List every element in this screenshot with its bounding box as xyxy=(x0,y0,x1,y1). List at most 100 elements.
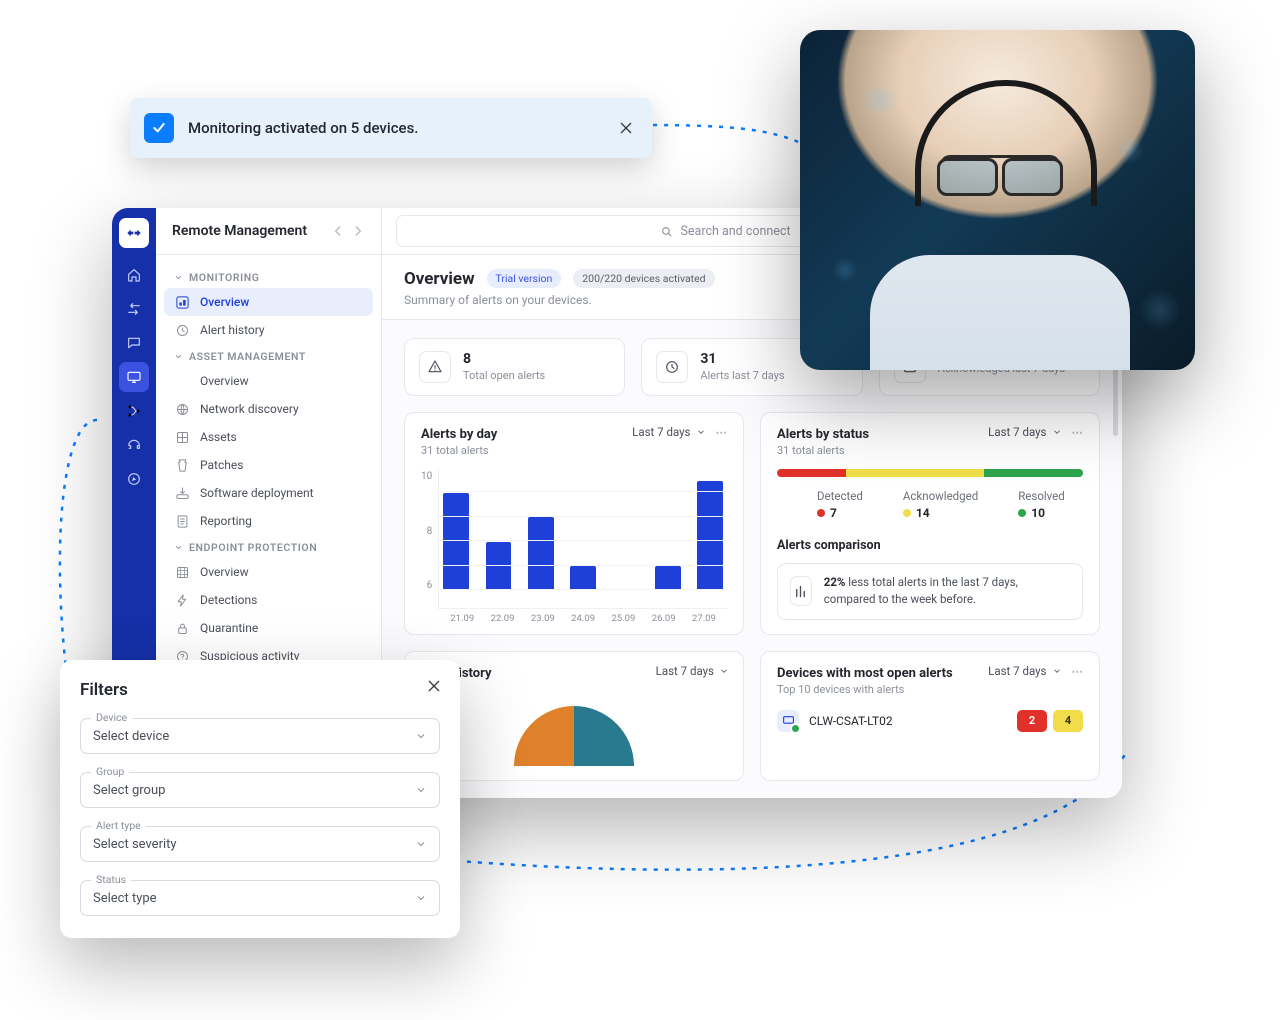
legend-item: Resolved 10 xyxy=(1018,489,1065,520)
sidebar-item[interactable]: Overview xyxy=(164,288,373,316)
legend-value: 7 xyxy=(817,506,863,520)
alerts-bar-chart: 1086 21.0922.0923.0924.0925.0926.0927.09 xyxy=(421,469,727,609)
rail-monitor-icon[interactable] xyxy=(119,362,149,392)
toast-notification: Monitoring activated on 5 devices. xyxy=(130,98,652,158)
filter-label: Group xyxy=(91,765,129,778)
stat-icon xyxy=(656,351,688,383)
card-more-button[interactable]: ⋯ xyxy=(1072,664,1086,678)
sidebar-item[interactable]: Reporting xyxy=(164,507,373,535)
sidebar-item[interactable]: Quarantine xyxy=(164,614,373,642)
chart-bar xyxy=(697,481,723,590)
chevron-down-icon xyxy=(696,427,706,437)
sidebar-group[interactable]: ASSET MANAGEMENT xyxy=(164,344,373,367)
card-subtitle: Top 10 devices with alerts xyxy=(777,683,1083,696)
page-title: Overview xyxy=(404,269,475,289)
sidebar-title: Remote Management xyxy=(156,208,381,255)
stat-icon xyxy=(419,351,451,383)
chevron-down-icon xyxy=(1052,666,1062,676)
sidebar-item-icon xyxy=(174,513,190,529)
sidebar-item[interactable]: Overview xyxy=(164,367,373,395)
sidebar-item-icon xyxy=(174,294,190,310)
card-more-button[interactable]: ⋯ xyxy=(1072,425,1086,439)
chart-bar xyxy=(655,566,681,590)
sidebar-item-label: Patches xyxy=(200,458,243,472)
nav-forward-button[interactable] xyxy=(351,224,365,238)
sidebar-item-icon xyxy=(174,401,190,417)
filter-select[interactable]: Select group xyxy=(81,773,439,807)
filter-label: Alert type xyxy=(91,819,146,832)
filter-placeholder: Select severity xyxy=(93,837,177,852)
comparison-text: 22% less total alerts in the last 7 days… xyxy=(824,574,1070,609)
chart-bar xyxy=(443,493,469,590)
filters-close-button[interactable] xyxy=(426,678,442,694)
rail-compass-icon[interactable] xyxy=(119,464,149,494)
sidebar-group[interactable]: MONITORING xyxy=(164,265,373,288)
filter-field: StatusSelect type xyxy=(80,880,440,916)
card-subtitle: 31 total alerts xyxy=(777,444,1083,457)
legend-label: Resolved xyxy=(1018,489,1065,503)
chevron-down-icon xyxy=(174,352,183,361)
status-segment xyxy=(984,469,1083,477)
filter-select[interactable]: Select type xyxy=(81,881,439,915)
chart-bar xyxy=(528,517,554,590)
stat-label: Alerts last 7 days xyxy=(700,369,784,382)
filter-select[interactable]: Select device xyxy=(81,719,439,753)
chart-bar xyxy=(570,566,596,590)
sidebar-item[interactable]: Detections xyxy=(164,586,373,614)
sidebar-item[interactable]: Overview xyxy=(164,558,373,586)
stat-label: Total open alerts xyxy=(463,369,545,382)
sidebar-item-label: Overview xyxy=(200,295,249,309)
sidebar-item[interactable]: Assets xyxy=(164,423,373,451)
rail-headset-icon[interactable] xyxy=(119,430,149,460)
card-more-button[interactable]: ⋯ xyxy=(716,425,730,439)
sidebar-item[interactable]: Software deployment xyxy=(164,479,373,507)
toast-message: Monitoring activated on 5 devices. xyxy=(188,119,418,137)
chevron-down-icon xyxy=(174,543,183,552)
top-devices-card: Devices with most open alerts Top 10 dev… xyxy=(760,651,1100,781)
sidebar-group[interactable]: ENDPOINT PROTECTION xyxy=(164,535,373,558)
device-row[interactable]: CLW-CSAT-LT0224 xyxy=(777,710,1083,732)
filter-placeholder: Select group xyxy=(93,783,165,798)
filters-panel: Filters DeviceSelect deviceGroupSelect g… xyxy=(60,660,460,938)
sidebar-item-label: Reporting xyxy=(200,514,252,528)
rail-home-icon[interactable] xyxy=(119,260,149,290)
devices-badge: 200/220 devices activated xyxy=(573,269,714,288)
chevron-down-icon xyxy=(719,666,729,676)
chevron-down-icon xyxy=(415,892,427,904)
alerts-by-day-card: Alerts by day 31 total alerts Last 7 day… xyxy=(404,412,744,635)
filter-field: GroupSelect group xyxy=(80,772,440,808)
filter-field: Alert typeSelect severity xyxy=(80,826,440,862)
filters-title: Filters xyxy=(80,680,440,700)
rail-branches-icon[interactable] xyxy=(119,396,149,426)
filter-select[interactable]: Select severity xyxy=(81,827,439,861)
sidebar-item-icon xyxy=(174,592,190,608)
nav-back-button[interactable] xyxy=(331,224,345,238)
range-dropdown[interactable]: Last 7 days xyxy=(656,664,729,678)
rail-chat-icon[interactable] xyxy=(119,328,149,358)
sidebar-item-icon xyxy=(174,457,190,473)
sidebar-item-label: Assets xyxy=(200,430,237,444)
sidebar-item-icon xyxy=(174,485,190,501)
chart-bar xyxy=(486,542,512,590)
legend-value: 10 xyxy=(1018,506,1065,520)
alerts-by-status-card: Alerts by status 31 total alerts Last 7 … xyxy=(760,412,1100,635)
alert-history-pie xyxy=(421,706,727,766)
alert-count-chip: 4 xyxy=(1053,710,1083,732)
sidebar-item[interactable]: Alert history xyxy=(164,316,373,344)
filter-placeholder: Select device xyxy=(93,729,169,744)
brand-logo-icon[interactable] xyxy=(119,218,149,248)
toast-close-button[interactable] xyxy=(618,120,634,136)
sidebar-item[interactable]: Network discovery xyxy=(164,395,373,423)
range-dropdown[interactable]: Last 7 days xyxy=(988,664,1061,678)
chevron-down-icon xyxy=(415,730,427,742)
comparison-box: 22% less total alerts in the last 7 days… xyxy=(777,563,1083,620)
card-subtitle: devices xyxy=(421,683,727,696)
search-placeholder: Search and connect xyxy=(680,224,790,239)
range-dropdown[interactable]: Last 7 days xyxy=(988,425,1061,439)
alert-count-chip: 2 xyxy=(1017,710,1047,732)
sidebar-item-label: Overview xyxy=(200,374,249,388)
stat-value: 8 xyxy=(463,352,545,366)
range-dropdown[interactable]: Last 7 days xyxy=(632,425,705,439)
sidebar-item[interactable]: Patches xyxy=(164,451,373,479)
rail-transfer-icon[interactable] xyxy=(119,294,149,324)
